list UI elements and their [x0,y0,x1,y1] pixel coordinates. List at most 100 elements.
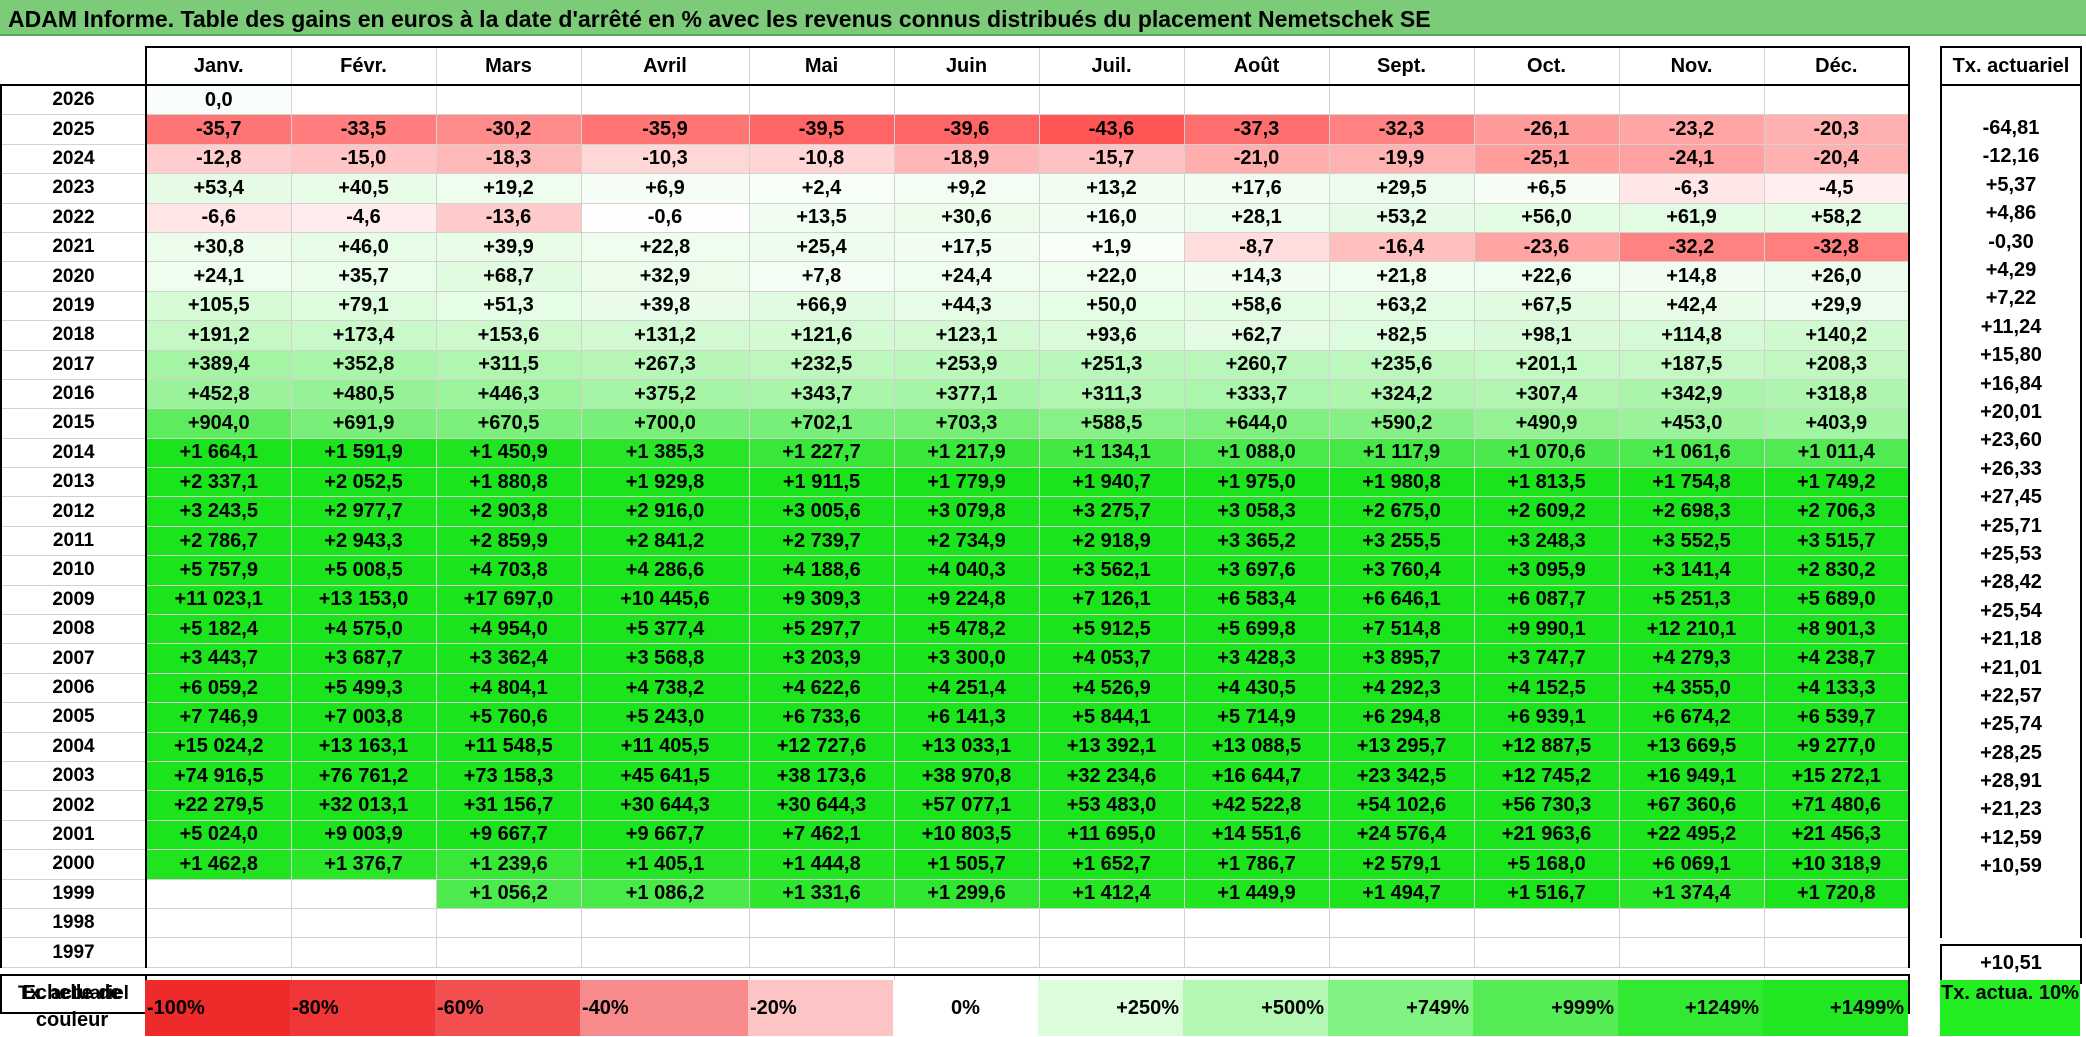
gain-cell: +2 943,3 [290,525,437,557]
year-label: 2000 [0,849,147,880]
gain-cell: +5 008,5 [290,555,437,586]
gain-cell: +5 844,1 [1038,702,1185,733]
gain-cell: +9 309,3 [748,584,895,616]
gain-cell: +590,2 [1328,408,1475,439]
gain-cell: +2 918,9 [1038,525,1185,557]
gain-cell: +703,3 [893,408,1040,439]
gain-cell: +153,6 [435,320,582,351]
tx-cell: +28,25 [1940,738,2082,768]
gain-cell [580,937,750,968]
tx-cell: +21,18 [1940,625,2082,654]
year-label: 2001 [0,819,147,851]
gain-cell: +74 916,5 [145,760,292,792]
gain-cell: +42 522,8 [1183,790,1330,821]
year-label: 2015 [0,408,147,439]
gain-cell: +670,5 [435,408,582,439]
gain-cell: +7 003,8 [290,702,437,733]
gain-cell: +5 243,0 [580,702,750,733]
tx-cell: +22,57 [1940,682,2082,711]
gain-cell: +4 188,6 [748,555,895,586]
gain-cell: +7 746,9 [145,702,292,733]
gain-cell: +1 591,9 [290,437,437,469]
gain-cell: +1 652,7 [1038,849,1185,880]
gain-cell: +1 779,9 [893,467,1040,498]
gain-cell: +343,7 [748,378,895,410]
gain-cell: +5 024,0 [145,819,292,851]
gain-cell: +3 697,6 [1183,555,1330,586]
gain-cell: +121,6 [748,320,895,351]
year-label: 2020 [0,261,147,292]
gain-cell: +5 499,3 [290,672,437,704]
year-label: 2026 [0,84,147,116]
table-row: 2013 +2 337,1 +2 052,5 +1 880,8 +1 929,8 +1 9… [0,467,1910,498]
gain-cell: +1 088,0 [1183,437,1330,469]
month-header: Juil. [1038,46,1185,86]
gain-cell: +702,1 [748,408,895,439]
gain-cell: +3 005,6 [748,496,895,527]
gain-cell: +3 428,3 [1183,643,1330,674]
gain-cell [290,84,437,116]
table-row: 2010 +5 757,9 +5 008,5 +4 703,8 +4 286,6 +4 1… [0,555,1910,586]
gain-cell [580,907,750,939]
gain-cell: -15,7 [1038,143,1185,175]
gain-cell: +3 747,7 [1473,643,1620,674]
gain-cell [1473,937,1620,968]
gain-cell: +9 003,9 [290,819,437,851]
gain-cell: +187,5 [1618,349,1765,380]
gain-cell: +42,4 [1618,290,1765,322]
gain-cell: -4,6 [290,202,437,233]
gain-cell: -8,7 [1183,231,1330,263]
gain-cell: +131,2 [580,320,750,351]
gain-cell: +5 689,0 [1763,584,1910,616]
gain-cell: -24,1 [1618,143,1765,175]
gain-cell: -18,9 [893,143,1040,175]
gain-cell: -19,9 [1328,143,1475,175]
year-label: 2002 [0,790,147,821]
gain-cell: +140,2 [1763,320,1910,351]
gain-cell: +2 739,7 [748,525,895,557]
gain-cell [1038,907,1185,939]
gain-cell: +14,8 [1618,261,1765,292]
gain-cell: +2 977,7 [290,496,437,527]
tx-cell: +12,59 [1940,824,2082,853]
tx-cell: +15,80 [1940,341,2082,370]
gain-cell [1183,937,1330,968]
table-row: 2019 +105,5 +79,1 +51,3 +39,8 +66,9 +44,3 +50,0… [0,290,1910,322]
gain-cell: +13 153,0 [290,584,437,616]
tx-cell: -0,30 [1940,227,2082,257]
gain-cell: +11 548,5 [435,731,582,762]
gain-cell [748,84,895,116]
gain-cell: +1 449,9 [1183,878,1330,909]
gain-cell: +377,1 [893,378,1040,410]
gain-cell [1618,907,1765,939]
gain-cell: +93,6 [1038,320,1185,351]
gain-cell [435,907,582,939]
table-row: 1998 [0,907,1910,939]
gain-cell: +40,5 [290,173,437,204]
gain-cell: +342,9 [1618,378,1765,410]
gain-cell: +3 362,4 [435,643,582,674]
tx-cell: +21,23 [1940,795,2082,825]
gain-cell: +61,9 [1618,202,1765,233]
year-label: 1998 [0,907,147,939]
gain-cell: +7 462,1 [748,819,895,851]
table-row: 2005 +7 746,9 +7 003,8 +5 760,6 +5 243,0 +6 7… [0,702,1910,733]
gain-cell: +2 786,7 [145,525,292,557]
year-label: 2012 [0,496,147,527]
gain-cell: +11 023,1 [145,584,292,616]
month-header: Déc. [1763,46,1910,86]
gain-cell: +39,8 [580,290,750,322]
gain-cell: +54 102,6 [1328,790,1475,821]
gain-cell: +1 494,7 [1328,878,1475,909]
gain-cell: +191,2 [145,320,292,351]
gain-cell: +1 086,2 [580,878,750,909]
tx-cell: +25,74 [1940,710,2082,739]
gain-cell: +13,5 [748,202,895,233]
tx-cell: +25,71 [1940,511,2082,541]
table-row: 2011 +2 786,7 +2 943,3 +2 859,9 +2 841,2 +2 7… [0,525,1910,557]
gain-cell: +58,6 [1183,290,1330,322]
gain-cell [1473,84,1620,116]
year-label: 2019 [0,290,147,322]
gain-cell: +1 813,5 [1473,467,1620,498]
gain-cell [145,907,292,939]
